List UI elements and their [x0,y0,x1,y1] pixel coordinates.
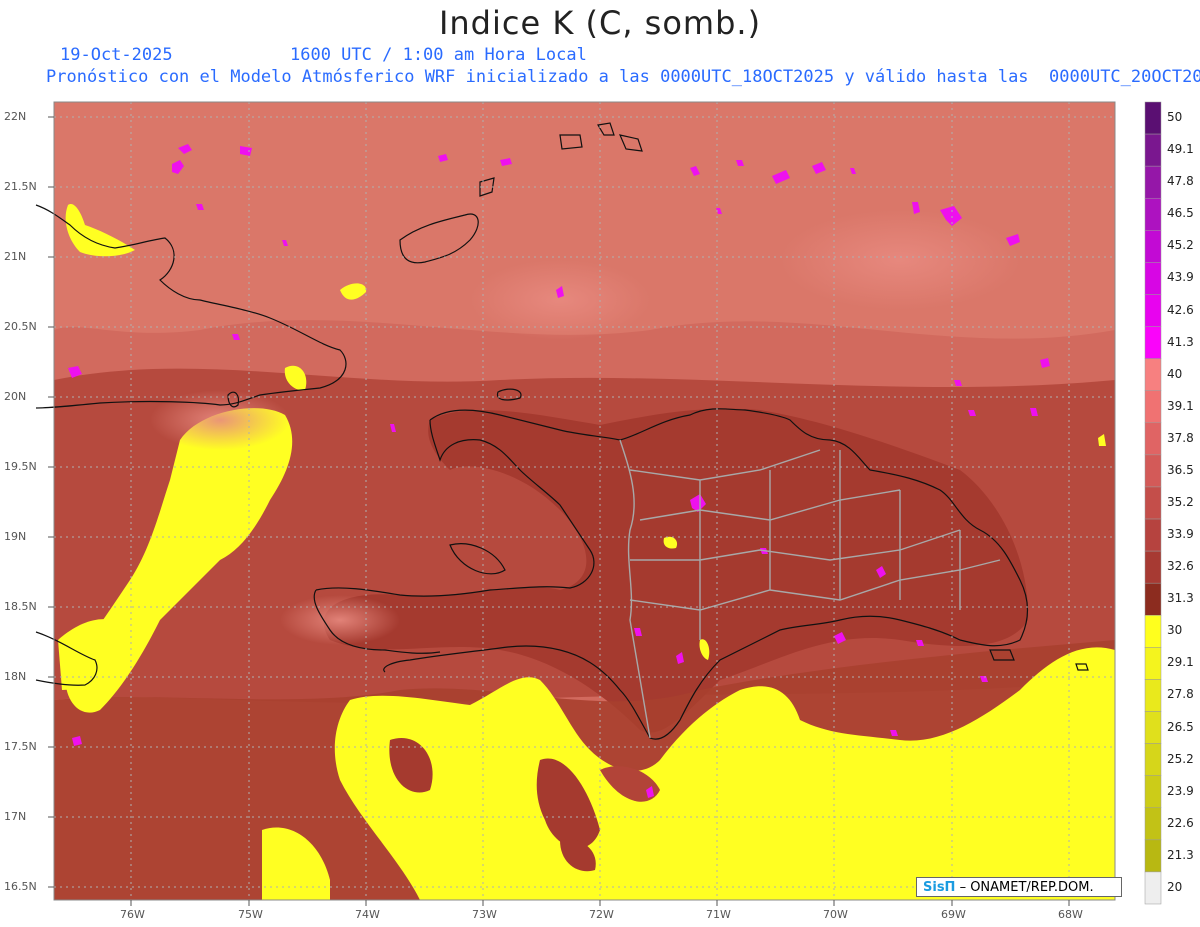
colorbar-label: 49.1 [1167,142,1194,157]
credit-text: – ONAMET/REP.DOM. [955,880,1094,895]
lon-label: 69W [941,908,966,921]
lat-label: 20N [4,390,27,403]
colorbar-swatch [1144,550,1162,584]
colorbar-label: 37.8 [1167,430,1194,445]
colorbar-swatch [1144,775,1162,809]
lat-label: 18.5N [4,600,37,613]
colorbar-swatch [1144,326,1162,359]
colorbar-label: 32.6 [1167,559,1194,574]
colorbar-swatch [1144,871,1162,905]
lat-label: 16.5N [4,880,37,893]
lat-label: 19.5N [4,460,37,473]
colorbar-label: 42.6 [1167,302,1194,317]
colorbar-label: 41.3 [1167,334,1194,349]
colorbar-swatch [1144,262,1162,295]
colorbar-swatch [1144,647,1162,680]
colorbar-swatch [1144,839,1162,873]
glow-2 [780,210,1020,310]
colorbar-label: 25.2 [1167,751,1194,766]
lon-label: 72W [589,908,614,921]
colorbar-swatch [1144,230,1162,263]
colorbar-label: 36.5 [1167,462,1194,477]
glow-4 [280,595,400,645]
colorbar-label: 22.6 [1167,815,1194,830]
colorbar-swatch [1144,101,1162,135]
colorbar-label: 39.1 [1167,398,1194,413]
lon-label: 74W [355,908,380,921]
lat-label: 19N [4,530,27,543]
colorbar-swatch [1144,743,1162,776]
colorbar-label: 20 [1167,879,1183,894]
credit-box: SisΠ – ONAMET/REP.DOM. [916,877,1122,897]
colorbar-swatch [1144,358,1162,391]
colorbar-label: 23.9 [1167,783,1194,798]
glow-1 [470,260,650,340]
colorbar-swatch [1144,518,1162,552]
lon-label: 76W [120,908,145,921]
colorbar-label: 43.9 [1167,270,1194,285]
colorbar-label: 26.5 [1167,719,1194,734]
lon-label: 68W [1058,908,1083,921]
lat-label: 21.5N [4,180,37,193]
k-index-map [35,101,1162,906]
glow-3 [150,390,290,450]
lat-label: 21N [4,250,27,263]
lon-label: 71W [706,908,731,921]
colorbar-swatch [1144,807,1162,841]
colorbar-label: 31.3 [1167,591,1194,606]
credit-brand: SisΠ [923,880,956,895]
colorbar-label: 35.2 [1167,495,1194,509]
colorbar [1144,101,1162,905]
lat-label: 18N [4,670,27,683]
colorbar-label: 30 [1167,623,1183,638]
colorbar-swatch [1144,294,1162,327]
colorbar-label: 40 [1167,366,1183,381]
colorbar-swatch [1144,582,1162,616]
colorbar-swatch [1144,711,1162,744]
colorbar-swatch [1144,454,1162,488]
colorbar-swatch [1144,486,1162,520]
colorbar-label: 46.5 [1167,206,1194,221]
colorbar-label: 33.9 [1167,527,1194,542]
lat-label: 17N [4,810,27,823]
lat-label: 20.5N [4,320,37,333]
colorbar-label: 27.8 [1167,687,1194,702]
colorbar-label: 50 [1167,110,1183,125]
lat-label: 17.5N [4,740,37,753]
colorbar-label: 29.1 [1167,655,1194,670]
colorbar-swatch [1144,133,1162,167]
colorbar-swatch [1144,679,1162,712]
colorbar-swatch [1144,197,1162,231]
colorbar-label: 21.3 [1167,847,1194,862]
colorbar-swatch [1144,615,1162,648]
colorbar-label: 45.2 [1167,238,1194,253]
colorbar-swatch [1144,390,1162,424]
lat-label: 22N [4,110,27,123]
lon-label: 73W [472,908,497,921]
lon-label: 70W [823,908,848,921]
colorbar-swatch [1144,165,1162,199]
colorbar-label: 47.8 [1167,174,1194,189]
colorbar-swatch [1144,422,1162,456]
lon-label: 75W [238,908,263,921]
